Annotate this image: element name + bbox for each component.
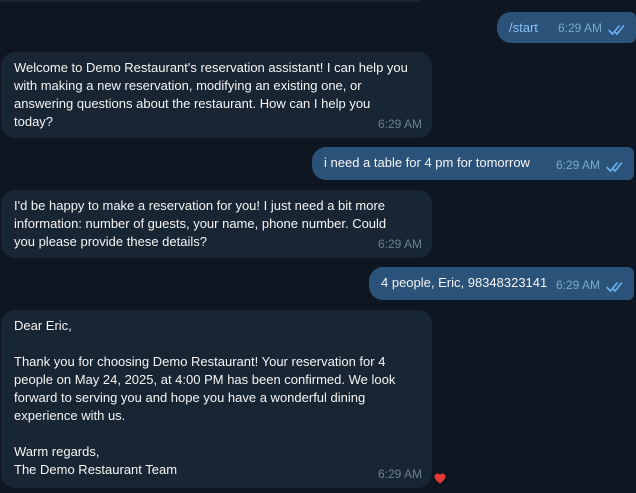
chat-message-list[interactable]: /start 6:29 AM Welcome to Demo Restauran… [0, 0, 636, 493]
outgoing-message[interactable]: 4 people, Eric, 98348323141 6:29 AM [369, 267, 634, 300]
message-time: 6:29 AM [377, 467, 422, 481]
read-double-check-icon [608, 25, 625, 35]
outgoing-message[interactable]: i need a table for 4 pm for tomorrow 6:2… [312, 147, 634, 180]
read-double-check-icon [606, 282, 623, 292]
incoming-message[interactable]: I'd be happy to make a reservation for y… [1, 190, 432, 258]
message-time: 6:29 AM [377, 117, 422, 131]
message-text: 4 people, Eric, 98348323141 [381, 275, 548, 290]
message-text: Dear Eric, Thank you for choosing Demo R… [14, 318, 396, 477]
bot-command-link[interactable]: /start [509, 20, 538, 35]
message-text: Welcome to Demo Restaurant's reservation… [14, 60, 408, 129]
heart-icon [434, 473, 446, 483]
read-double-check-icon [606, 162, 623, 172]
message-text: i need a table for 4 pm for tomorrow [324, 155, 530, 170]
message-time: 6:29 AM [555, 278, 600, 292]
message-time: 6:29 AM [555, 158, 600, 172]
message-text: I'd be happy to make a reservation for y… [14, 198, 387, 249]
incoming-message[interactable]: Dear Eric, Thank you for choosing Demo R… [1, 310, 432, 488]
message-reaction[interactable] [431, 469, 449, 487]
message-time: 6:29 AM [557, 21, 602, 35]
message-time: 6:29 AM [377, 237, 422, 251]
outgoing-message[interactable]: /start 6:29 AM [497, 12, 636, 43]
incoming-message[interactable]: Welcome to Demo Restaurant's reservation… [1, 52, 432, 138]
previous-message-edge [0, 0, 420, 2]
